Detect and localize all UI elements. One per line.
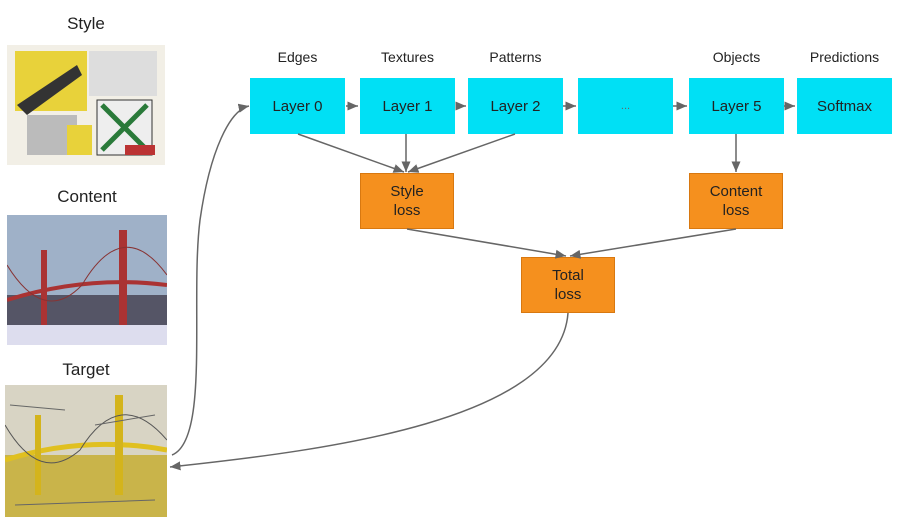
arrow-total-to-target — [169, 312, 569, 471]
arrow-layer0-style-loss — [297, 133, 405, 173]
arrows — [169, 101, 795, 471]
arrow-target-to-layer0 — [171, 103, 250, 456]
arrow-content-total — [569, 228, 737, 259]
arrow-style-total — [406, 228, 567, 259]
arrow-layer2-style-loss — [407, 133, 516, 173]
